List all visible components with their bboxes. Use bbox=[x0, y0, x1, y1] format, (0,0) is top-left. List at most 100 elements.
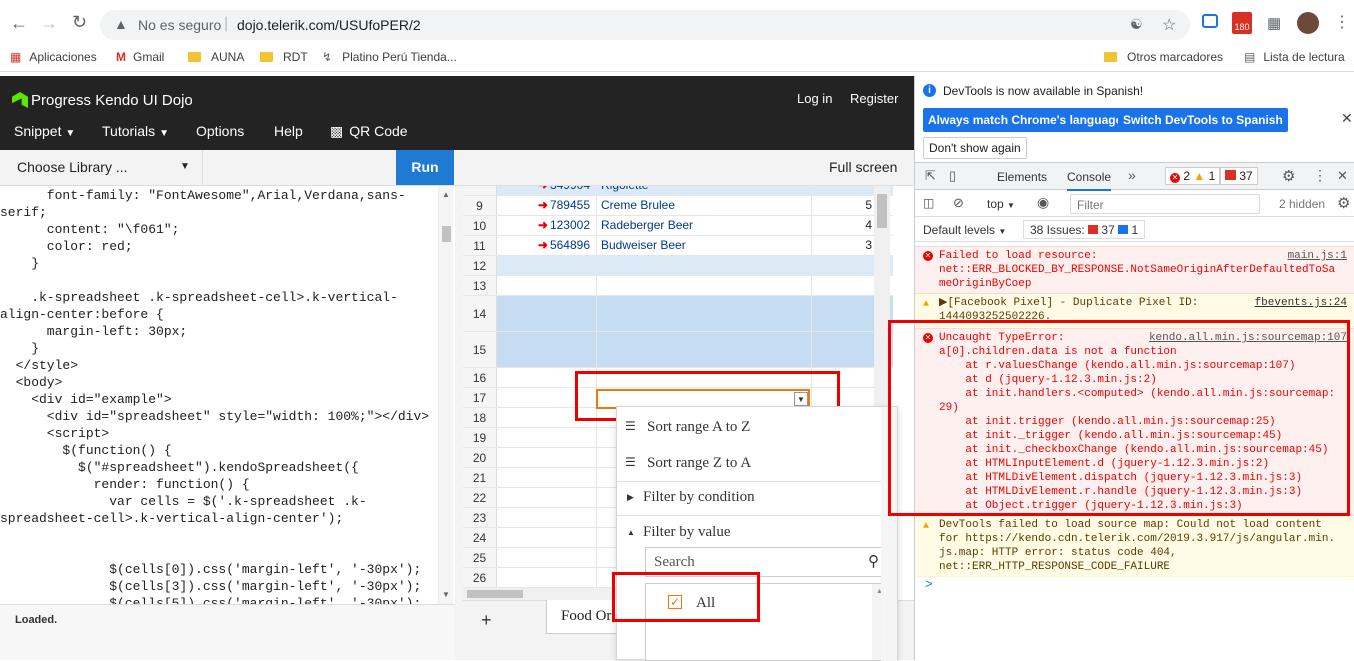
code-line[interactable]: $(cells[0]).css('margin-left', '-30px'); bbox=[0, 561, 421, 578]
sheet-cell[interactable]: ➜ 789455 bbox=[497, 196, 597, 215]
row-header[interactable]: 17 bbox=[463, 388, 497, 407]
code-line[interactable]: $("#spreadsheet").kendoSpreadsheet({ bbox=[0, 459, 359, 476]
code-line[interactable]: font-family: "FontAwesome",Arial,Verdana… bbox=[0, 187, 406, 204]
tab-elements[interactable]: Elements bbox=[997, 170, 1047, 184]
translate-icon[interactable]: ☯ bbox=[1130, 16, 1143, 33]
row-header[interactable]: 10 bbox=[463, 216, 497, 235]
code-line[interactable]: </style> bbox=[0, 357, 78, 374]
code-line[interactable]: $(cells[5]).css('margin-left', '-30px'); bbox=[0, 595, 421, 604]
console-settings-icon[interactable]: ⚙ bbox=[1337, 194, 1350, 212]
scrollbar-thumb[interactable] bbox=[442, 226, 451, 242]
run-button[interactable]: Run bbox=[396, 150, 454, 185]
sheet-row[interactable]: 15 bbox=[463, 332, 893, 368]
sheet-cell[interactable] bbox=[812, 332, 874, 367]
nav-snippet[interactable]: Snippet ▼ bbox=[14, 123, 75, 139]
code-line[interactable]: var cells = $('.k-spreadsheet .k- bbox=[0, 493, 366, 510]
code-line[interactable]: } bbox=[0, 340, 39, 357]
row-header[interactable] bbox=[463, 186, 497, 195]
scrollbar-thumb[interactable] bbox=[877, 194, 887, 228]
levels-select[interactable]: Default levels ▼ bbox=[923, 223, 1006, 237]
row-header[interactable]: 20 bbox=[463, 448, 497, 467]
avatar[interactable] bbox=[1297, 12, 1319, 34]
row-header[interactable]: 22 bbox=[463, 488, 497, 507]
code-line[interactable]: align-center:before { bbox=[0, 306, 164, 323]
clear-console-icon[interactable]: ⊘ bbox=[953, 195, 964, 211]
sheet-row[interactable]: 12 bbox=[463, 256, 893, 276]
match-language-button[interactable]: Always match Chrome's language bbox=[923, 108, 1128, 132]
row-header[interactable]: 26 bbox=[463, 568, 497, 587]
nav-options[interactable]: Options bbox=[196, 123, 244, 139]
sheet-cell[interactable] bbox=[812, 186, 874, 195]
code-line[interactable]: color: red; bbox=[0, 238, 133, 255]
sheet-cell[interactable] bbox=[597, 256, 812, 275]
code-line[interactable]: render: function() { bbox=[0, 476, 250, 493]
gmail-bookmark[interactable]: M Gmail bbox=[116, 50, 164, 64]
console-warning[interactable]: ▲ DevTools failed to load source map: Cou… bbox=[915, 516, 1354, 577]
code-line[interactable]: <script> bbox=[0, 425, 109, 442]
row-header[interactable]: 25 bbox=[463, 548, 497, 567]
scrollbar-thumb[interactable] bbox=[467, 590, 523, 598]
forward-icon[interactable]: → bbox=[40, 13, 58, 34]
sheet-cell[interactable] bbox=[497, 468, 597, 487]
console-error[interactable]: ✕ Failed to load resource: net::ERR_BLOCKE… bbox=[915, 246, 1354, 294]
sheet-cell[interactable] bbox=[497, 488, 597, 507]
row-header[interactable]: 11 bbox=[463, 236, 497, 255]
context-select[interactable]: top ▼ bbox=[987, 197, 1015, 211]
puzzle-icon[interactable]: ▦ bbox=[1267, 14, 1281, 32]
sheet-cell[interactable] bbox=[597, 332, 812, 367]
sheet-cell[interactable] bbox=[597, 276, 812, 295]
sheet-row[interactable]: 9 ➜ 789455 Creme Brulee 5 bbox=[463, 196, 893, 216]
sheet-cell[interactable] bbox=[497, 428, 597, 447]
code-line[interactable]: <div id="example"> bbox=[0, 391, 171, 408]
menu-icon[interactable]: ⋮ bbox=[1334, 12, 1350, 32]
platino-bookmark[interactable]: ↯ Platino Perú Tienda... bbox=[322, 50, 457, 64]
more-icon[interactable]: ⋮ bbox=[1313, 167, 1327, 184]
switch-language-button[interactable]: Switch DevTools to Spanish bbox=[1118, 108, 1288, 132]
row-header[interactable]: 18 bbox=[463, 408, 497, 427]
console-prompt[interactable]: > bbox=[925, 576, 933, 591]
row-header[interactable]: 14 bbox=[463, 296, 497, 331]
sheet-cell[interactable]: ➜ 564896 bbox=[497, 236, 597, 255]
panel-divider[interactable] bbox=[455, 186, 463, 660]
sheet-cell[interactable] bbox=[497, 276, 597, 295]
inspect-icon[interactable]: ⇱ bbox=[925, 168, 936, 184]
reload-icon[interactable]: ↻ bbox=[72, 12, 87, 33]
apps-bookmark[interactable]: ▦ Aplicaciones bbox=[10, 50, 97, 64]
device-icon[interactable]: ▯ bbox=[949, 168, 956, 184]
sheet-row-partial[interactable]: ➜349904 Rigolette bbox=[463, 186, 893, 196]
eye-icon[interactable]: ◉ bbox=[1037, 194, 1049, 211]
source-link[interactable]: main.js:1 bbox=[1288, 249, 1347, 263]
other-bookmarks[interactable]: Otros marcadores bbox=[1104, 50, 1223, 64]
close-icon[interactable]: ✕ bbox=[1341, 110, 1353, 127]
scroll-up-icon[interactable]: ▲ bbox=[442, 190, 450, 199]
calendar-extension-icon[interactable]: 180 bbox=[1232, 12, 1252, 34]
filter-input[interactable]: Filter bbox=[1070, 194, 1260, 214]
issues-button[interactable]: 38 Issues: 37 1 bbox=[1023, 220, 1146, 239]
warning-icon[interactable]: ▲ bbox=[114, 16, 128, 32]
row-header[interactable]: 16 bbox=[463, 368, 497, 387]
sidebar-toggle-icon[interactable]: ◫ bbox=[923, 196, 934, 210]
code-line[interactable]: <body> bbox=[0, 374, 63, 391]
error-counter[interactable]: ✕ 2 ▲ 1 bbox=[1165, 167, 1221, 185]
code-line[interactable]: <div id="spreadsheet" style="width: 100%… bbox=[0, 408, 429, 425]
sheet-cell[interactable]: 4 bbox=[812, 216, 874, 235]
sheet-cell[interactable]: Creme Brulee bbox=[597, 196, 812, 215]
reading-list[interactable]: ▤ Lista de lectura bbox=[1244, 50, 1345, 64]
brand-title[interactable]: Progress Kendo UI Dojo bbox=[31, 92, 193, 109]
extension-icon[interactable] bbox=[1202, 14, 1218, 28]
back-icon[interactable]: ← bbox=[10, 13, 28, 34]
sheet-cell[interactable]: 5 bbox=[812, 196, 874, 215]
rdt-bookmark[interactable]: RDT bbox=[260, 50, 308, 64]
code-editor[interactable]: font-family: "FontAwesome",Arial,Verdana… bbox=[0, 186, 455, 604]
more-tabs-icon[interactable]: » bbox=[1128, 167, 1136, 183]
auna-bookmark[interactable]: AUNA bbox=[188, 50, 244, 64]
address-bar[interactable]: ▲ No es seguro | dojo.telerik.com/USUfoP… bbox=[100, 10, 1190, 40]
sheet-cell[interactable] bbox=[597, 296, 812, 331]
sheet-cell[interactable]: Budweiser Beer bbox=[597, 236, 812, 255]
sheet-cell[interactable]: Rigolette bbox=[597, 186, 812, 195]
nav-qr-code[interactable]: ▩ QR Code bbox=[330, 123, 408, 140]
code-line[interactable]: } bbox=[0, 255, 39, 272]
sheet-cell[interactable] bbox=[497, 448, 597, 467]
nav-tutorials[interactable]: Tutorials ▼ bbox=[102, 123, 169, 139]
tab-console[interactable]: Console bbox=[1067, 170, 1112, 191]
